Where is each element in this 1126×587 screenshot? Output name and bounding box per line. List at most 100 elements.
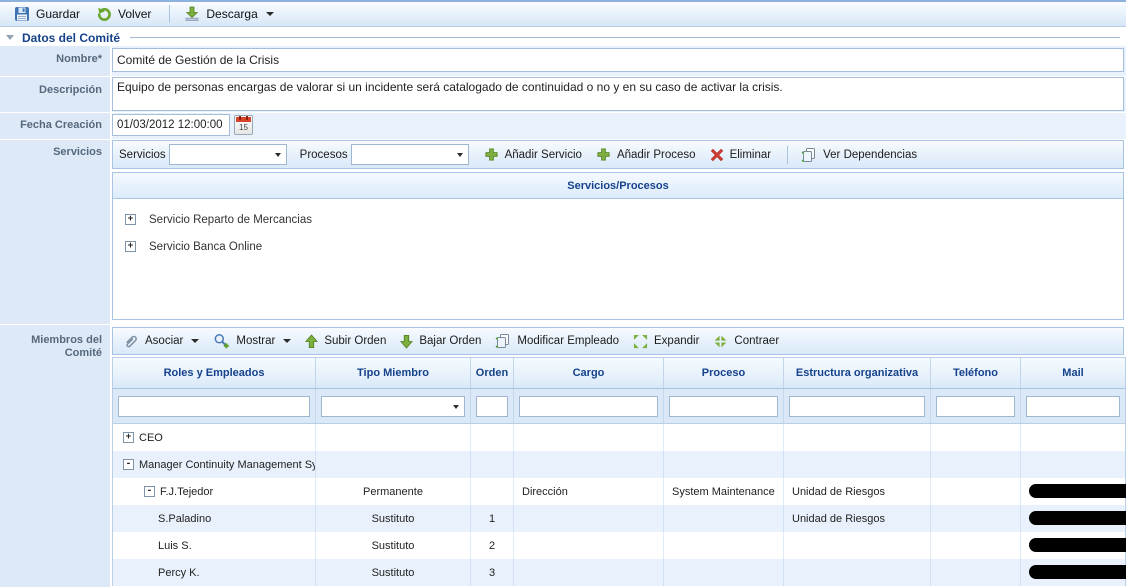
toolbar-separator: [169, 5, 170, 23]
save-button[interactable]: Guardar: [10, 4, 88, 24]
back-icon: [96, 6, 112, 22]
tree-expand-icon[interactable]: +: [123, 432, 134, 443]
tree-header[interactable]: Servicios/Procesos: [113, 173, 1123, 199]
fecha-label: Fecha Creación: [0, 113, 110, 139]
fecha-input[interactable]: [112, 114, 230, 136]
tree-collapse-icon[interactable]: -: [144, 486, 155, 497]
attach-icon: [123, 333, 139, 349]
tree-collapse-icon[interactable]: -: [123, 459, 134, 470]
add-icon: [484, 147, 499, 162]
filter-proceso-input[interactable]: [669, 396, 778, 417]
miembros-toolbar: Asociar Mostrar Subir Orde: [112, 327, 1124, 355]
role-label: S.Paladino: [158, 513, 211, 525]
contraer-button[interactable]: Contraer: [709, 332, 786, 351]
nombre-input[interactable]: [112, 48, 1124, 72]
expandir-button[interactable]: Expandir: [629, 332, 706, 351]
calendar-day-number: 15: [235, 123, 252, 132]
descripcion-label: Descripción: [0, 77, 110, 112]
cell-cargo: [514, 424, 664, 451]
cell-proceso: [664, 424, 784, 451]
column-header-telefono[interactable]: Teléfono: [931, 358, 1021, 388]
role-label: Luis S.: [158, 540, 192, 552]
cell-cargo: [514, 559, 664, 586]
filter-mail-input[interactable]: [1026, 396, 1120, 417]
field-row-servicios: Servicios Servicios Procesos Añadir Serv…: [0, 140, 1126, 324]
redacted-email: [1029, 484, 1126, 498]
view-dependencies-label: Ver Dependencias: [823, 149, 917, 161]
procesos-select[interactable]: [351, 144, 469, 165]
descripcion-textarea[interactable]: Equipo de personas encargas de valorar s…: [112, 77, 1124, 111]
column-header-cargo[interactable]: Cargo: [514, 358, 664, 388]
mostrar-button[interactable]: Mostrar: [209, 331, 298, 351]
servicios-toolbar: Servicios Procesos Añadir Servicio Añadi…: [112, 140, 1124, 169]
table-row-luis[interactable]: Luis S. Sustituto 2: [113, 532, 1125, 559]
save-button-label: Guardar: [36, 7, 80, 21]
asociar-button[interactable]: Asociar: [119, 331, 206, 351]
modificar-empleado-label: Modificar Empleado: [517, 335, 619, 347]
filter-cargo-input[interactable]: [519, 396, 658, 417]
table-row-tejedor[interactable]: - F.J.Tejedor Permanente Dirección Syste…: [113, 478, 1125, 505]
expand-icon: [633, 334, 648, 349]
select-caret-icon: [275, 153, 281, 157]
cell-estructura: [784, 424, 931, 451]
tree-item[interactable]: + Servicio Reparto de Mercancias: [113, 206, 1123, 233]
section-collapse-icon[interactable]: [6, 35, 14, 40]
download-button[interactable]: Descarga: [180, 4, 281, 24]
miembros-label: Miembros del Comité: [0, 325, 110, 587]
section-divider: [130, 37, 1120, 38]
cell-proceso: [664, 559, 784, 586]
tree-item-label: Servicio Banca Online: [149, 241, 262, 253]
select-caret-icon: [453, 405, 459, 409]
servicios-select-label: Servicios: [119, 149, 166, 161]
members-grid: Roles y Empleados Tipo Miembro Orden Car…: [112, 357, 1126, 586]
mostrar-label: Mostrar: [236, 335, 275, 347]
back-button[interactable]: Volver: [92, 4, 159, 24]
tree-body: + Servicio Reparto de Mercancias + Servi…: [113, 199, 1123, 260]
cell-tipo: Sustituto: [316, 505, 471, 532]
filter-roles-input[interactable]: [118, 396, 310, 417]
column-header-orden[interactable]: Orden: [471, 358, 514, 388]
table-row-paladino[interactable]: S.Paladino Sustituto 1 Unidad de Riesgos: [113, 505, 1125, 532]
dependencies-icon: [801, 147, 817, 163]
view-dependencies-button[interactable]: Ver Dependencias: [797, 145, 924, 165]
cell-estructura: [784, 559, 931, 586]
down-icon: [400, 334, 413, 349]
filter-tipo-select[interactable]: [321, 396, 465, 417]
filter-telefono-input[interactable]: [936, 396, 1015, 417]
modificar-empleado-button[interactable]: Modificar Empleado: [491, 331, 626, 351]
calendar-icon: [236, 117, 251, 122]
add-service-label: Añadir Servicio: [505, 149, 582, 161]
add-service-button[interactable]: Añadir Servicio: [480, 145, 589, 164]
add-process-button[interactable]: Añadir Proceso: [592, 145, 703, 164]
show-icon: [213, 333, 230, 349]
tree-expand-icon[interactable]: +: [125, 241, 136, 252]
cell-telefono: [931, 559, 1021, 586]
servicios-select[interactable]: [169, 144, 287, 165]
table-row-manager[interactable]: - Manager Continuity Management Sy:: [113, 451, 1125, 478]
cell-mail: [1021, 559, 1125, 586]
column-header-mail[interactable]: Mail: [1021, 358, 1125, 388]
filter-orden-input[interactable]: [476, 396, 508, 417]
column-header-tipo[interactable]: Tipo Miembro: [316, 358, 471, 388]
subir-orden-button[interactable]: Subir Orden: [301, 332, 393, 351]
role-label: CEO: [139, 432, 163, 444]
subir-orden-label: Subir Orden: [324, 335, 386, 347]
calendar-button[interactable]: 15: [234, 115, 253, 135]
table-row-percy[interactable]: Percy K. Sustituto 3: [113, 559, 1125, 586]
column-header-proceso[interactable]: Proceso: [664, 358, 784, 388]
filter-estructura-input[interactable]: [789, 396, 925, 417]
table-row-ceo[interactable]: + CEO: [113, 424, 1125, 451]
tree-item[interactable]: + Servicio Banca Online: [113, 233, 1123, 260]
save-icon: [14, 6, 30, 22]
column-header-estructura[interactable]: Estructura organizativa: [784, 358, 931, 388]
column-header-roles[interactable]: Roles y Empleados: [113, 358, 316, 388]
cell-proceso: [664, 532, 784, 559]
bajar-orden-button[interactable]: Bajar Orden: [396, 332, 488, 351]
redacted-email: [1029, 511, 1126, 525]
redacted-email: [1029, 565, 1126, 579]
delete-button[interactable]: Eliminar: [706, 146, 779, 164]
cell-mail: [1021, 478, 1125, 505]
tree-expand-icon[interactable]: +: [125, 214, 136, 225]
download-button-label: Descarga: [206, 7, 257, 21]
cell-cargo: [514, 451, 664, 478]
